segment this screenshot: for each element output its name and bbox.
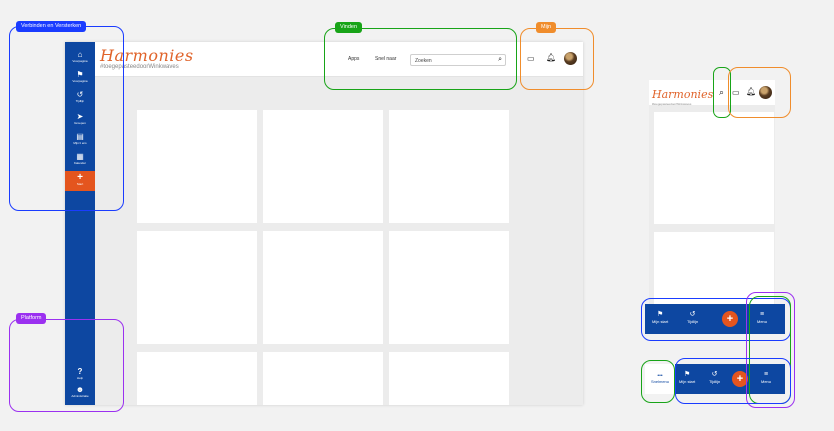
calendar-icon: ▦ xyxy=(76,152,84,161)
annotation-mijn-label: Mijn xyxy=(536,22,557,33)
sidebar-item-voorpagina[interactable]: ⌂ Voorpagina xyxy=(65,50,95,63)
content-card xyxy=(389,110,509,223)
content-card xyxy=(263,110,383,223)
sidebar-item-voorpagina-2[interactable]: ⚑ Voorpagina xyxy=(65,70,95,83)
bar-item-label: Mijn start xyxy=(652,319,669,324)
avatar[interactable] xyxy=(759,86,772,99)
bar-item-menu[interactable]: ≡ Menu xyxy=(761,371,771,384)
home-icon: ⌂ xyxy=(77,50,83,59)
apps-link[interactable]: Apps xyxy=(348,56,359,62)
content-card xyxy=(137,110,257,223)
bar-item-menu[interactable]: ≡ Menu xyxy=(757,311,767,324)
sidebar-item-label: Tijdlijn xyxy=(75,99,85,103)
snel-naar-link[interactable]: Snel naar xyxy=(375,56,396,62)
brand-logo[interactable]: Harmonies #toegepasteedoorWinkwaves xyxy=(652,85,713,106)
add-button[interactable]: + xyxy=(722,311,738,327)
menu-icon: ≡ xyxy=(763,371,769,378)
mobile-frame: Harmonies #toegepasteedoorWinkwaves ⌕ ▭ … xyxy=(649,80,775,330)
sidebar-item-label: Voorpagina xyxy=(72,59,88,63)
mobile-header: Harmonies #toegepasteedoorWinkwaves ⌕ ▭ … xyxy=(649,80,775,106)
sidebar-item-tijdlijn[interactable]: ↺ Tijdlijn xyxy=(65,90,95,103)
snelmenu-button[interactable]: ••• Snelmenu xyxy=(645,364,675,394)
admin-icon: ☻ xyxy=(75,385,85,394)
sidebar-item-label: Help xyxy=(76,376,84,380)
sidebar-item-kalender[interactable]: ▦ Kalender xyxy=(65,152,95,165)
help-icon: ? xyxy=(77,367,83,376)
document-icon: ▤ xyxy=(76,132,84,141)
monitor-icon[interactable]: ▭ xyxy=(527,54,535,63)
content-card xyxy=(654,112,774,224)
history-icon: ↺ xyxy=(711,371,718,378)
bell-icon[interactable]: 🔔︎ xyxy=(746,87,756,96)
sidebar-item-mijn-lijsten[interactable]: ▤ Mijn li ens xyxy=(65,132,95,145)
sidebar-item-label: Kalender xyxy=(73,161,86,165)
sidebar-item-label: Groepen xyxy=(74,121,86,125)
content-card xyxy=(263,352,383,405)
content-card xyxy=(137,352,257,405)
mobile-bottom-bar: ⚑ Mijn start ↺ Tijdlijn + ≡ Menu xyxy=(645,304,785,334)
bar-item-label: Tijdlijn xyxy=(687,319,699,324)
bar-item-tijdlijn[interactable]: ↺ Tijdlijn xyxy=(709,371,720,384)
bar-item-label: Mijn start xyxy=(679,379,696,384)
avatar[interactable] xyxy=(564,52,577,65)
mobile-bottom-bar-2: ⚑ Mijn start ↺ Tijdlijn + ≡ Menu xyxy=(675,364,785,394)
annotation-vinden-label: Vinden xyxy=(335,22,363,33)
logo-text: Harmonies xyxy=(100,46,194,65)
logo-tagline: #toegepasteedoorWinkwaves xyxy=(652,102,692,106)
bar-item-label: Menu xyxy=(761,379,772,384)
content-card xyxy=(137,231,257,344)
flag-icon: ⚑ xyxy=(683,371,691,378)
brand-logo[interactable]: Harmonies #toegepasteedoorWinkwaves xyxy=(100,46,194,70)
sidebar: ⌂ Voorpagina ⚑ Voorpagina ↺ Tijdlijn ➤ G… xyxy=(65,42,95,405)
content-card xyxy=(389,352,509,405)
history-icon: ↺ xyxy=(76,90,84,99)
bar-item-label: Tijdlijn xyxy=(709,379,721,384)
monitor-icon[interactable]: ▭ xyxy=(732,88,740,97)
sidebar-item-label: Voorpagina xyxy=(72,79,88,83)
search-icon[interactable]: ⌕ xyxy=(498,56,502,64)
snelmenu-label: Snelmenu xyxy=(650,379,669,384)
sidebar-item-label: Start xyxy=(76,182,84,186)
plus-icon: + xyxy=(77,172,83,183)
sidebar-item-help[interactable]: ? Help xyxy=(65,367,95,380)
search-icon[interactable]: ⌕ xyxy=(719,87,724,98)
bar-item-mijn-start[interactable]: ⚑ Mijn start xyxy=(679,371,695,384)
content-card xyxy=(389,231,509,344)
menu-icon: ≡ xyxy=(759,311,765,318)
sidebar-item-start[interactable]: + Start xyxy=(65,171,95,191)
annotation-platform-label: Platform xyxy=(16,313,47,324)
flag-icon: ⚑ xyxy=(76,70,84,79)
sidebar-item-label: Mijn li ens xyxy=(73,141,87,145)
flag-icon: ⚑ xyxy=(656,311,664,318)
send-icon: ➤ xyxy=(76,112,84,121)
bell-icon[interactable]: 🔔︎ xyxy=(546,53,556,62)
annotation-verbinden-label: Verbinden en Versterken xyxy=(16,21,87,32)
bar-item-tijdlijn[interactable]: ↺ Tijdlijn xyxy=(687,311,698,324)
desktop-header: Harmonies #toegepasteedoorWinkwaves Apps… xyxy=(65,42,583,77)
sidebar-item-label: Administratie xyxy=(71,394,89,398)
sidebar-item-administratie[interactable]: ☻ Administratie xyxy=(65,385,95,398)
search-placeholder: Zoeken xyxy=(415,58,432,64)
bar-item-label: Menu xyxy=(757,319,768,324)
content-card xyxy=(263,231,383,344)
sidebar-item-groepen[interactable]: ➤ Groepen xyxy=(65,112,95,125)
logo-text: Harmonies xyxy=(652,88,714,101)
history-icon: ↺ xyxy=(689,311,696,318)
search-input[interactable]: Zoeken ⌕ xyxy=(410,54,506,66)
desktop-frame: Harmonies #toegepasteedoorWinkwaves Apps… xyxy=(65,42,583,405)
add-button[interactable]: + xyxy=(732,371,748,387)
bar-item-mijn-start[interactable]: ⚑ Mijn start xyxy=(652,311,668,324)
